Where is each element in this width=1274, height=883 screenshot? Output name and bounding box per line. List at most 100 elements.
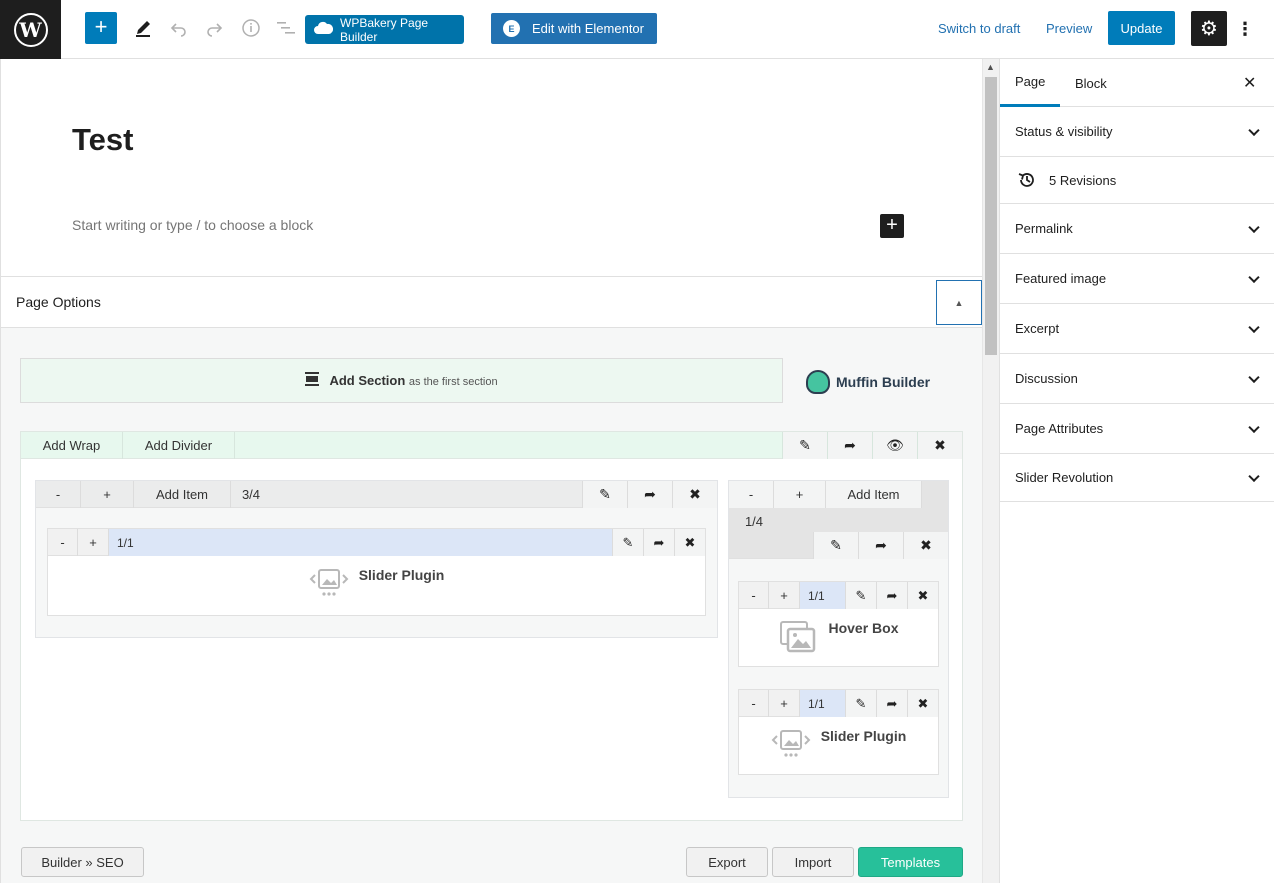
wrap-shrink-button[interactable]: - <box>729 481 774 508</box>
wrap-delete-button[interactable]: ✖ <box>672 481 717 508</box>
gear-icon: ⚙ <box>1200 18 1218 40</box>
pencil-icon: ✎ <box>855 695 867 711</box>
item-body[interactable]: Slider Plugin <box>739 717 938 774</box>
wrap-shrink-button[interactable]: - <box>36 481 81 508</box>
wordpress-icon: W <box>13 12 48 47</box>
post-title[interactable]: Test <box>72 122 133 158</box>
item-shrink-button[interactable]: - <box>739 582 769 609</box>
item-clone-button[interactable]: ➦ <box>876 690 907 717</box>
section-delete-button[interactable]: ✖ <box>917 432 962 459</box>
wrap-edit-button[interactable]: ✎ <box>582 481 627 508</box>
undo-icon[interactable] <box>167 16 191 40</box>
close-icon: ✕ <box>1243 75 1257 92</box>
item-delete-button[interactable]: ✖ <box>674 529 705 556</box>
editor-canvas: Test Start writing or type / to choose a… <box>0 59 982 883</box>
panel-permalink[interactable]: Permalink <box>1000 204 1274 254</box>
wrap-clone-button[interactable]: ➦ <box>858 532 903 559</box>
page-options-collapse-toggle[interactable]: ▲ <box>936 280 982 325</box>
panel-excerpt[interactable]: Excerpt <box>1000 304 1274 354</box>
block-inserter-button[interactable]: + <box>85 12 117 44</box>
block-placeholder[interactable]: Start writing or type / to choose a bloc… <box>72 217 313 233</box>
triangle-up-icon: ▲ <box>954 297 964 308</box>
wrap-three-quarter: - + Add Item 3/4 ✎ ➦ ✖ - + 1/1 ✎ ➦ ✖ Sli… <box>35 480 718 638</box>
tab-page[interactable]: Page <box>1000 59 1061 107</box>
item-slider-plugin: - + 1/1 ✎ ➦ ✖ Slider Plugin <box>47 528 706 616</box>
wrap-edit-button[interactable]: ✎ <box>813 532 858 559</box>
item-clone-button[interactable]: ➦ <box>643 529 674 556</box>
wrap-clone-button[interactable]: ➦ <box>627 481 672 508</box>
panel-revisions[interactable]: 5 Revisions <box>1000 157 1274 204</box>
item-shrink-button[interactable]: - <box>48 529 78 556</box>
panel-discussion[interactable]: Discussion <box>1000 354 1274 404</box>
section-edit-button[interactable]: ✎ <box>782 432 827 459</box>
section-icon <box>305 372 320 389</box>
scrollbar-thumb[interactable] <box>985 77 997 355</box>
item-edit-button[interactable]: ✎ <box>845 690 876 717</box>
item-size-label: 1/1 <box>800 690 845 717</box>
pencil-icon: ✎ <box>855 587 867 603</box>
item-size-label: 1/1 <box>800 582 845 609</box>
add-section-label: Add Section <box>329 373 406 388</box>
pencil-icon: ✎ <box>799 437 811 453</box>
redo-icon[interactable] <box>202 16 226 40</box>
add-divider-button[interactable]: Add Divider <box>123 432 235 459</box>
wrap-add-item-button[interactable]: Add Item <box>134 481 231 508</box>
preview-button[interactable]: Preview <box>1046 21 1092 36</box>
item-edit-button[interactable]: ✎ <box>612 529 643 556</box>
panel-slider-revolution[interactable]: Slider Revolution <box>1000 454 1274 502</box>
update-button[interactable]: Update <box>1108 11 1175 45</box>
item-body[interactable]: Hover Box <box>739 609 938 666</box>
wrap-size-label: 3/4 <box>241 487 261 502</box>
item-title: Slider Plugin <box>820 728 907 744</box>
more-options-button[interactable]: ⋮ <box>1236 15 1254 43</box>
muffin-builder-logo-text: Muffin Builder <box>836 374 931 390</box>
vertical-ellipsis-icon: ⋮ <box>1236 18 1254 39</box>
item-toolbar: - + 1/1 ✎ ➦ ✖ <box>48 529 705 556</box>
add-section-hint: as the first section <box>408 376 498 388</box>
panel-featured-image[interactable]: Featured image <box>1000 254 1274 304</box>
muffin-builder-area: Add Section as the first section Muffin … <box>1 328 982 883</box>
import-button[interactable]: Import <box>772 847 854 877</box>
item-delete-button[interactable]: ✖ <box>907 690 938 717</box>
settings-gear-button[interactable]: ⚙ <box>1191 11 1227 46</box>
item-shrink-button[interactable]: - <box>739 690 769 717</box>
panel-page-attributes[interactable]: Page Attributes <box>1000 404 1274 454</box>
list-view-icon[interactable] <box>274 16 298 40</box>
editor-scrollbar[interactable]: ▲ <box>982 59 999 883</box>
wordpress-logo-button[interactable]: W <box>0 0 61 59</box>
builder-seo-button[interactable]: Builder » SEO <box>21 847 144 877</box>
chevron-down-icon <box>1248 421 1260 433</box>
wpbakery-label: WPBakery Page Builder <box>340 15 429 44</box>
templates-button[interactable]: Templates <box>858 847 963 877</box>
section-clone-button[interactable]: ➦ <box>827 432 872 459</box>
item-grow-button[interactable]: + <box>769 582 800 609</box>
item-grow-button[interactable]: + <box>769 690 800 717</box>
scroll-up-arrow-icon[interactable]: ▲ <box>986 62 995 72</box>
wrap-grow-button[interactable]: + <box>774 481 826 508</box>
info-icon[interactable] <box>239 16 263 40</box>
muffin-icon <box>806 370 830 394</box>
switch-to-draft-button[interactable]: Switch to draft <box>938 21 1020 36</box>
close-sidebar-button[interactable]: ✕ <box>1243 73 1256 93</box>
edit-with-elementor-button[interactable]: E Edit with Elementor <box>491 13 657 44</box>
inline-block-inserter-button[interactable]: + <box>880 214 904 238</box>
wrap-grow-button[interactable]: + <box>81 481 134 508</box>
item-grow-button[interactable]: + <box>78 529 109 556</box>
settings-sidebar: Page Block ✕ Status & visibility 5 Revis… <box>999 59 1274 883</box>
panel-status-visibility[interactable]: Status & visibility <box>1000 107 1274 157</box>
wrap-add-item-button[interactable]: Add Item <box>826 481 922 508</box>
item-delete-button[interactable]: ✖ <box>907 582 938 609</box>
panel-label: Permalink <box>1015 221 1073 236</box>
section-visibility-button[interactable]: 👁 <box>872 432 917 459</box>
wrap-delete-button[interactable]: ✖ <box>903 532 948 559</box>
add-wrap-button[interactable]: Add Wrap <box>21 432 123 459</box>
item-clone-button[interactable]: ➦ <box>876 582 907 609</box>
tools-pencil-icon[interactable] <box>131 16 155 40</box>
add-section-button[interactable]: Add Section as the first section <box>20 358 783 403</box>
wpbakery-page-builder-button[interactable]: WPBakery Page Builder <box>305 15 464 44</box>
item-body[interactable]: Slider Plugin <box>48 556 705 615</box>
slider-image-icon <box>771 727 811 759</box>
export-button[interactable]: Export <box>686 847 768 877</box>
item-edit-button[interactable]: ✎ <box>845 582 876 609</box>
tab-block[interactable]: Block <box>1060 59 1122 107</box>
